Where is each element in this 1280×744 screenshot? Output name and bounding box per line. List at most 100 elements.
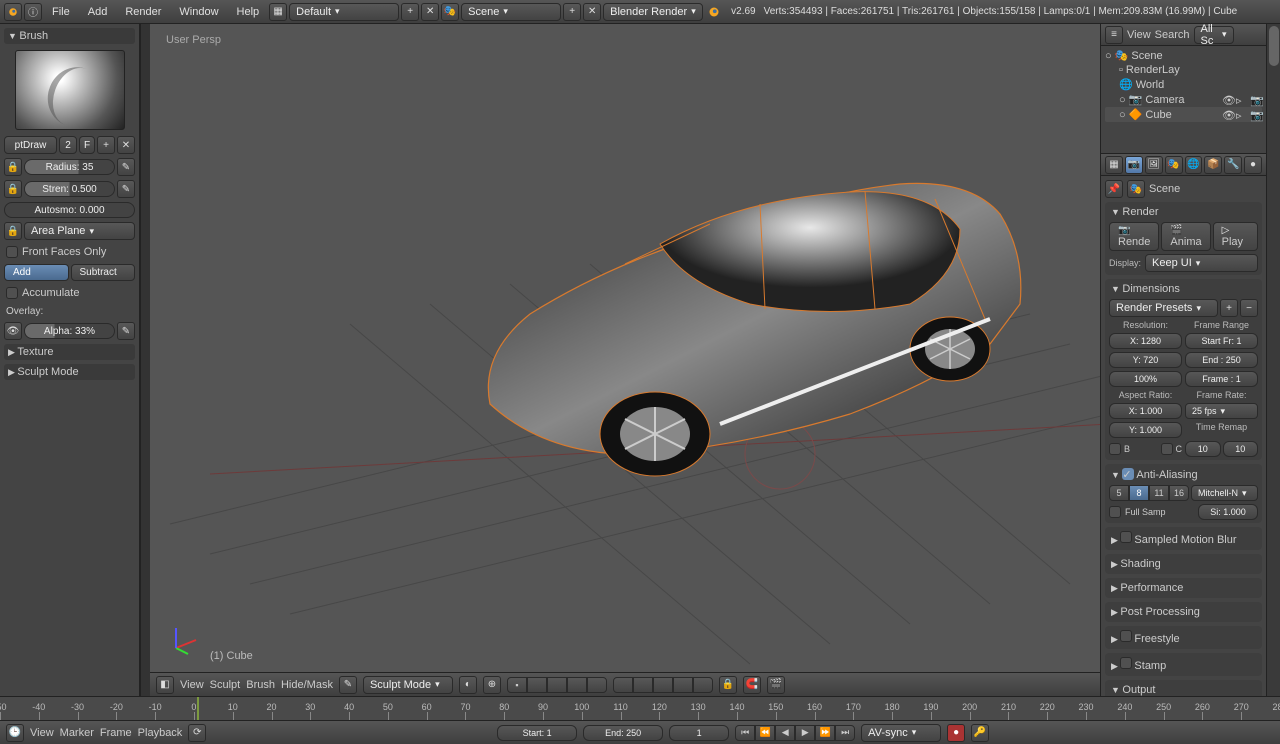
overlay-alpha-slider[interactable]: Alpha: 33% — [24, 323, 115, 339]
keyframe-next-icon[interactable]: ⏩ — [815, 725, 835, 741]
frame-step-field[interactable]: Frame : 1 — [1185, 371, 1258, 387]
brush-preview[interactable] — [15, 50, 125, 130]
fullsample-checkbox[interactable] — [1109, 506, 1121, 518]
freestyle-header[interactable]: Freestyle — [1109, 629, 1258, 646]
aspect-x-field[interactable]: X: 1.000 — [1109, 403, 1182, 419]
res-pct-field[interactable]: 100% — [1109, 371, 1182, 387]
sync-dropdown[interactable]: AV-sync — [861, 724, 941, 742]
timeline-marker-menu[interactable]: Marker — [60, 727, 94, 739]
brush-name-field[interactable]: ptDraw — [4, 136, 57, 154]
timeline-ruler[interactable]: -50-40-30-20-100102030405060708090100110… — [0, 696, 1280, 720]
preset-add-icon[interactable]: + — [1220, 299, 1238, 317]
timeline-playback-menu[interactable]: Playback — [138, 727, 183, 739]
aa-filter-dropdown[interactable]: Mitchell-N — [1191, 485, 1258, 501]
overlay-pressure-icon[interactable]: ✎ — [117, 322, 135, 340]
layout-add-icon[interactable]: + — [401, 3, 419, 21]
play-button[interactable]: ▷ Play — [1213, 222, 1258, 251]
tree-renderlayers[interactable]: ▫ RenderLay — [1105, 63, 1262, 77]
menu-render[interactable]: Render — [117, 4, 169, 20]
remap-new-field[interactable]: 10 — [1223, 441, 1259, 457]
lock-camera-icon[interactable]: 🔒 — [719, 676, 737, 694]
eye-icon[interactable]: 👁 — [1222, 94, 1234, 106]
brush-fake-user[interactable]: F — [79, 136, 95, 154]
layout-delete-icon[interactable]: ✕ — [421, 3, 439, 21]
add-button[interactable]: Add — [4, 264, 69, 281]
autosmooth-slider[interactable]: Autosmo: 0.000 — [4, 202, 135, 218]
scene-browse-icon[interactable]: 🎭 — [441, 3, 459, 21]
performance-header[interactable]: Performance — [1109, 581, 1258, 595]
props-editor-icon[interactable]: ▦ — [1105, 156, 1123, 174]
dimensions-section-header[interactable]: Dimensions — [1109, 282, 1258, 296]
hidemask-menu[interactable]: Hide/Mask — [281, 679, 333, 691]
layout-dropdown[interactable]: Default — [289, 3, 399, 21]
radius-slider[interactable]: Radius: 35 — [24, 159, 115, 175]
tree-world[interactable]: 🌐 World — [1105, 77, 1262, 92]
end-frame-field-tl[interactable]: End: 250 — [583, 725, 663, 741]
outliner-filter-dropdown[interactable]: All Sc — [1194, 26, 1234, 44]
engine-dropdown[interactable]: Blender Render — [603, 3, 703, 21]
res-y-field[interactable]: Y: 720 — [1109, 352, 1182, 368]
aa-16[interactable]: 16 — [1169, 485, 1189, 501]
output-header[interactable]: Output — [1109, 683, 1258, 696]
shading-header[interactable]: Shading — [1109, 557, 1258, 571]
keyframe-prev-icon[interactable]: ⏪ — [755, 725, 775, 741]
timeline-cursor[interactable] — [197, 697, 199, 720]
render-preview-icon[interactable]: 🎬 — [767, 676, 785, 694]
current-frame-field[interactable]: 1 — [669, 725, 729, 741]
animation-button[interactable]: 🎬Anima — [1161, 222, 1210, 251]
blender-icon[interactable] — [4, 3, 22, 21]
brush-unlink-icon[interactable]: ✕ — [117, 136, 135, 154]
menu-file[interactable]: File — [44, 4, 78, 20]
subtract-button[interactable]: Subtract — [71, 264, 136, 281]
render-icon[interactable]: 📷 — [1250, 109, 1262, 121]
plane-lock-icon[interactable]: 🔒 — [4, 222, 22, 240]
3d-viewport[interactable]: User Persp — [150, 24, 1100, 696]
pin-icon[interactable]: 📌 — [1105, 180, 1123, 198]
eye-icon[interactable]: 👁 — [1222, 109, 1234, 121]
start-frame-field[interactable]: Start Fr: 1 — [1185, 333, 1258, 349]
sculpt-menu[interactable]: Sculpt — [210, 679, 241, 691]
end-frame-field[interactable]: End : 250 — [1185, 352, 1258, 368]
timeline-editor-icon[interactable]: 🕒 — [6, 724, 24, 742]
front-faces-checkbox[interactable]: Front Faces Only — [4, 244, 135, 260]
mode-icon[interactable]: ✎ — [339, 676, 357, 694]
editor-type-icon[interactable]: ◧ — [156, 676, 174, 694]
cursor-icon[interactable]: ▹ — [1236, 94, 1248, 106]
modifier-tab-icon[interactable]: 🔧 — [1224, 156, 1242, 174]
smb-header[interactable]: Sampled Motion Blur — [1109, 530, 1258, 547]
remap-old-field[interactable]: 10 — [1185, 441, 1221, 457]
properties-scrollbar[interactable] — [1266, 24, 1280, 696]
sculptmode-panel-header[interactable]: Sculpt Mode — [4, 364, 135, 380]
keyset-icon[interactable]: 🔑 — [971, 724, 989, 742]
border-checkbox[interactable] — [1109, 443, 1121, 455]
scene-tab-icon[interactable]: 🎭 — [1165, 156, 1183, 174]
renderlayers-tab-icon[interactable]: 🖼 — [1145, 156, 1163, 174]
brush-add-icon[interactable]: + — [97, 136, 115, 154]
sculpt-plane-dropdown[interactable]: Area Plane — [24, 222, 135, 240]
render-presets-dropdown[interactable]: Render Presets — [1109, 299, 1218, 317]
postprocessing-header[interactable]: Post Processing — [1109, 605, 1258, 619]
scene-add-icon[interactable]: + — [563, 3, 581, 21]
info-dropdown-icon[interactable]: ⓘ — [24, 3, 42, 21]
strength-slider[interactable]: Stren: 0.500 — [24, 181, 115, 197]
menu-help[interactable]: Help — [229, 4, 268, 20]
crop-checkbox[interactable] — [1161, 443, 1173, 455]
scene-delete-icon[interactable]: ✕ — [583, 3, 601, 21]
res-x-field[interactable]: X: 1280 — [1109, 333, 1182, 349]
aa-size-field[interactable]: Si: 1.000 — [1198, 504, 1258, 520]
layer-buttons-2[interactable] — [613, 677, 713, 693]
radius-lock-icon[interactable]: 🔒 — [4, 158, 22, 176]
play-reverse-icon[interactable]: ◀ — [775, 725, 795, 741]
material-tab-icon[interactable]: ● — [1244, 156, 1262, 174]
mode-dropdown[interactable]: Sculpt Mode — [363, 676, 453, 694]
autoplay-icon[interactable]: ⟳ — [188, 724, 206, 742]
toolshelf-resize-handle[interactable] — [140, 24, 150, 696]
radius-pressure-icon[interactable]: ✎ — [117, 158, 135, 176]
timeline-frame-menu[interactable]: Frame — [100, 727, 132, 739]
strength-lock-icon[interactable]: 🔒 — [4, 180, 22, 198]
world-tab-icon[interactable]: 🌐 — [1185, 156, 1203, 174]
timeline-view-menu[interactable]: View — [30, 727, 54, 739]
outliner-search-menu[interactable]: Search — [1155, 29, 1190, 41]
play-icon[interactable]: ▶ — [795, 725, 815, 741]
snap-icon[interactable]: 🧲 — [743, 676, 761, 694]
